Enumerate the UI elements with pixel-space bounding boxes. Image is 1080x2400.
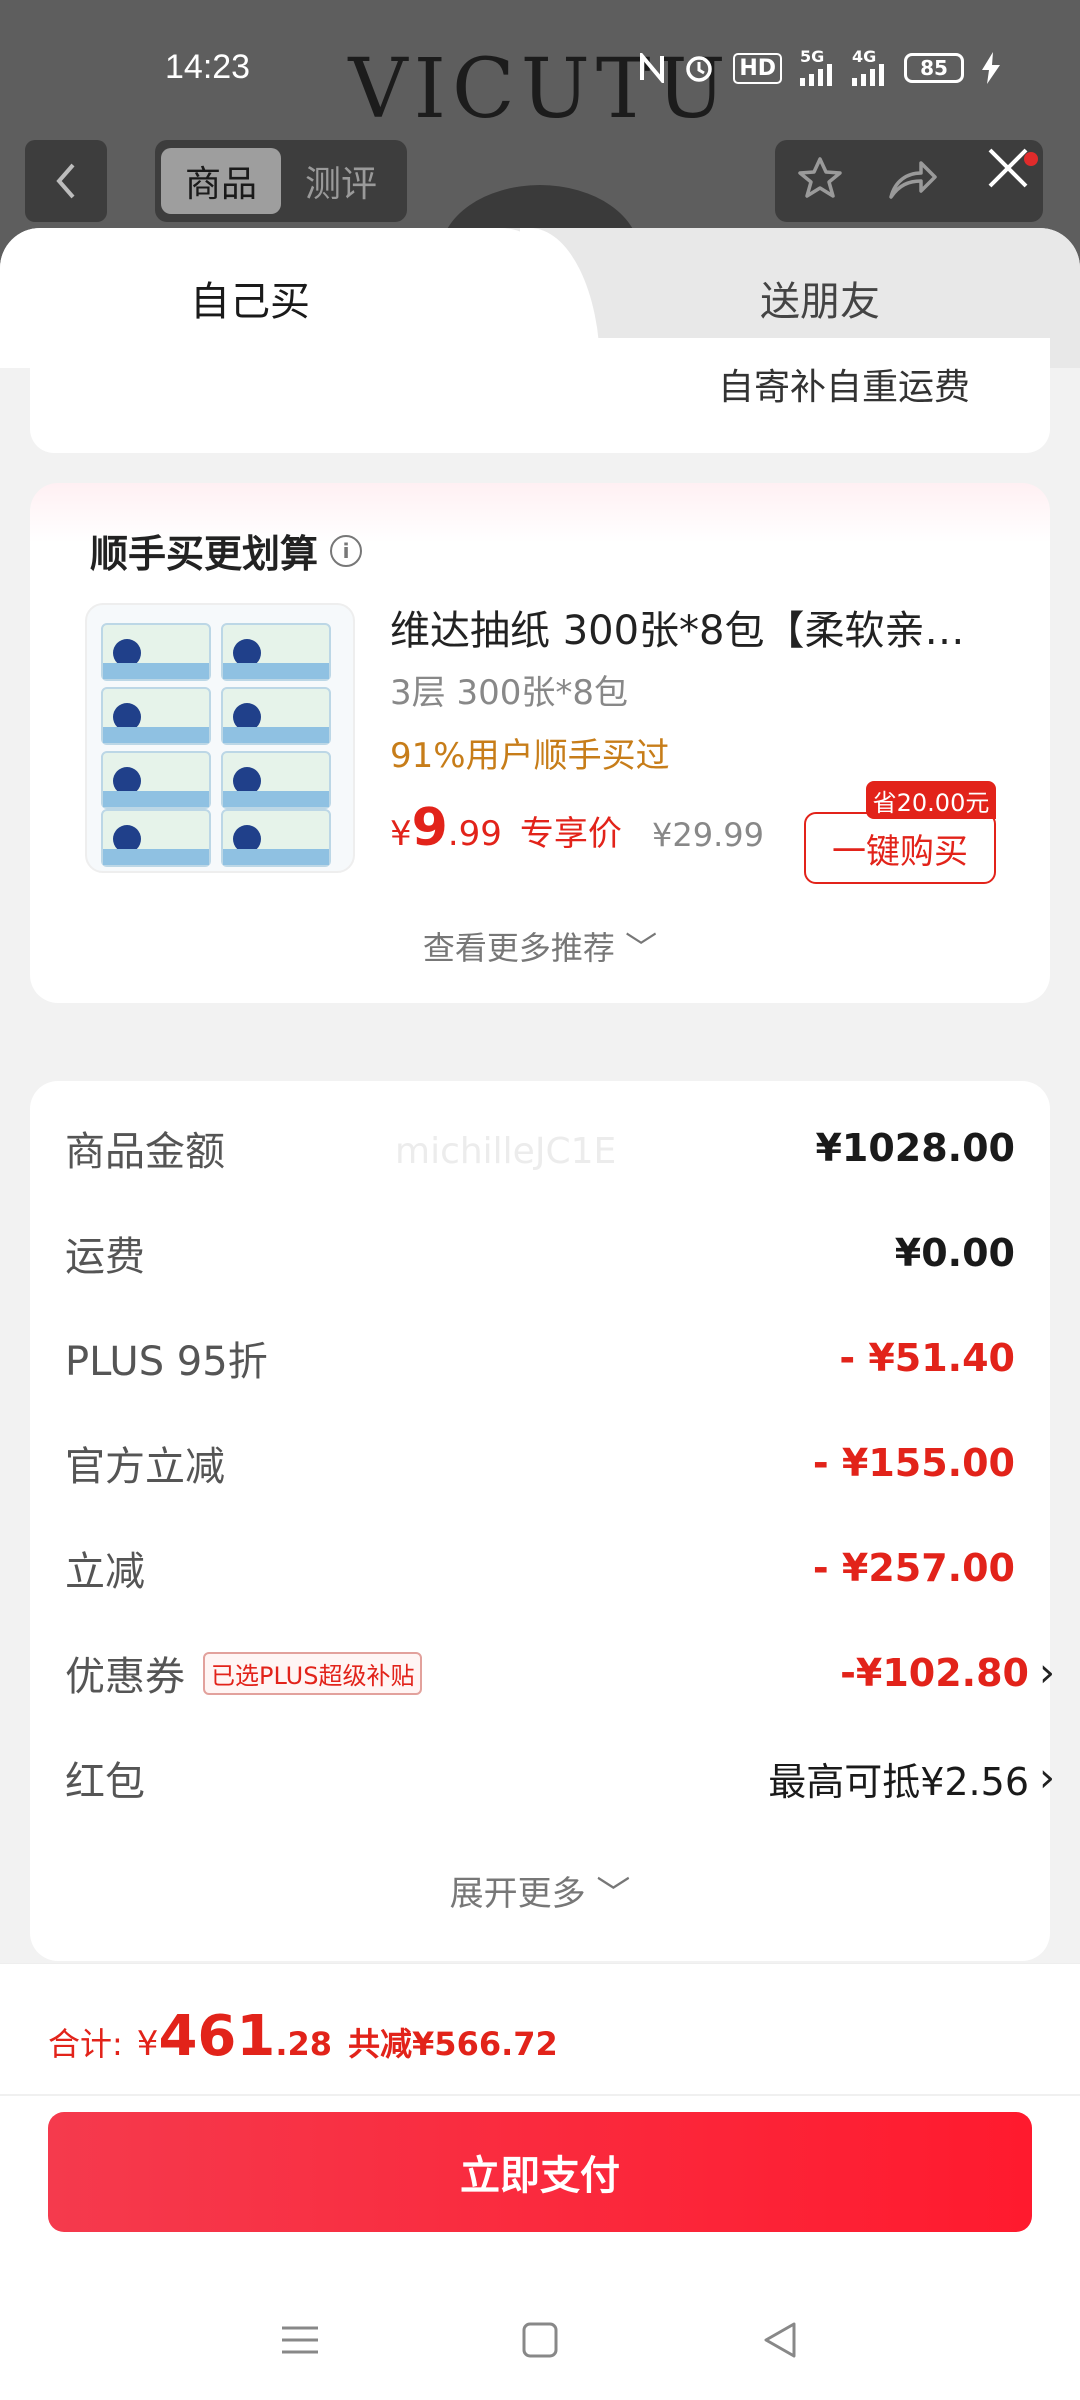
one-click-buy-button[interactable]: 一键购买: [804, 812, 996, 884]
original-price: ¥29.99: [652, 816, 764, 854]
total-symbol: ¥: [136, 2024, 159, 2064]
summary-row-shipping: 运费 ¥0.00: [65, 1218, 1015, 1288]
tab-review[interactable]: 测评: [281, 148, 401, 214]
tissue-pack-image: [101, 809, 211, 867]
pay-now-button[interactable]: 立即支付: [48, 2112, 1032, 2232]
divider: [0, 2094, 1080, 2096]
chevron-right-icon: ›: [1039, 1755, 1055, 1801]
battery-icon: 85: [904, 53, 964, 83]
close-icon[interactable]: [980, 140, 1036, 196]
product-thumbnail[interactable]: [85, 603, 355, 873]
summary-row-red-packet[interactable]: 红包 最高可抵¥2.56 ›: [65, 1743, 1055, 1813]
total-savings: 共减¥566.72: [348, 2025, 558, 2063]
charging-icon: [982, 52, 1000, 84]
shipping-card: 自寄补自重运费: [30, 338, 1050, 453]
home-icon[interactable]: [505, 2305, 575, 2375]
status-icons: HD 5G 4G 85: [639, 47, 1000, 86]
summary-row-official-discount: 官方立减 - ¥155.00: [65, 1428, 1015, 1498]
red-packet-value: 最高可抵¥2.56: [768, 1759, 1029, 1804]
row-label: 商品金额: [65, 1129, 225, 1175]
total-amount: 合计: ¥ 461 .28 共减¥566.72: [48, 2004, 558, 2069]
tissue-pack-image: [101, 623, 211, 681]
chevron-left-icon: [56, 163, 75, 199]
tissue-pack-image: [101, 687, 211, 745]
row-value: - ¥257.00: [812, 1546, 1015, 1590]
total-decimal: .28: [275, 2025, 333, 2063]
signal-5g-icon: 5G: [800, 47, 834, 86]
total-label: 合计:: [48, 2025, 123, 2063]
tissue-pack-image: [221, 751, 331, 809]
product-name[interactable]: 维达抽纸 300张*8包【柔软亲…: [390, 598, 990, 656]
tissue-pack-image: [101, 751, 211, 809]
signal-4g-icon: 4G: [852, 47, 886, 86]
notification-dot: [1024, 152, 1038, 166]
row-value: - ¥51.40: [839, 1336, 1015, 1380]
row-value: - ¥155.00: [812, 1441, 1015, 1485]
favorite-star-icon[interactable]: [796, 155, 844, 207]
share-icon[interactable]: [887, 157, 939, 205]
price-integer: 9: [411, 798, 448, 858]
row-label: PLUS 95折: [65, 1339, 268, 1385]
row-value: ¥1028.00: [815, 1126, 1015, 1170]
shipping-note: 自寄补自重运费: [717, 367, 970, 408]
recommend-title-text: 顺手买更划算: [90, 532, 319, 576]
row-label: 优惠券 已选PLUS超级补贴: [65, 1644, 423, 1702]
product-spec: 3层 300张*8包: [390, 673, 628, 713]
chevron-right-icon: ›: [1039, 1650, 1055, 1696]
summary-row-coupon[interactable]: 优惠券 已选PLUS超级补贴 -¥102.80 ›: [65, 1638, 1055, 1708]
status-time: 14:23: [165, 48, 251, 86]
coupon-tag: 已选PLUS超级补贴: [203, 1651, 423, 1695]
menu-icon[interactable]: [265, 2305, 335, 2375]
recommend-card: 顺手买更划算 i 维达抽纸 300张*8包【柔软亲… 3层 300张*8包 91…: [30, 483, 1050, 1003]
summary-row-plus-discount: PLUS 95折 - ¥51.40: [65, 1323, 1015, 1393]
nfc-icon: [639, 53, 665, 83]
more-recommendations-link[interactable]: 查看更多推荐 ﹀: [30, 923, 1050, 969]
tissue-pack-image: [221, 687, 331, 745]
system-nav-bar: [0, 2280, 1080, 2400]
summary-row-subtotal: 商品金额 ¥1028.00: [65, 1113, 1015, 1183]
total-integer: 461: [158, 2004, 276, 2069]
coupon-label: 优惠券: [65, 1654, 185, 1700]
summary-row-instant-discount: 立减 - ¥257.00: [65, 1533, 1015, 1603]
row-label: 立减: [65, 1549, 145, 1595]
price-summary-card: michilleJC1E 商品金额 ¥1028.00 运费 ¥0.00 PLUS…: [30, 1081, 1055, 1961]
row-value: 最高可抵¥2.56 ›: [768, 1751, 1055, 1806]
product-bought-rate: 91%用户顺手买过: [390, 736, 670, 776]
info-icon[interactable]: i: [330, 534, 363, 567]
coupon-value: -¥102.80: [840, 1651, 1029, 1695]
tab-product[interactable]: 商品: [161, 148, 281, 214]
tissue-pack-image: [221, 623, 331, 681]
expand-more-link[interactable]: 展开更多 ﹀: [30, 1866, 1050, 1915]
back-triangle-icon[interactable]: [745, 2305, 815, 2375]
price-decimal: .99: [447, 814, 502, 854]
row-value: -¥102.80 ›: [840, 1650, 1055, 1696]
price-tag: 专享价: [519, 814, 622, 854]
product-price: ¥ 9 .99 专享价: [390, 798, 622, 858]
price-symbol: ¥: [390, 814, 412, 854]
net-label-5g: 5G: [800, 47, 825, 66]
row-label: 官方立减: [65, 1444, 225, 1490]
tissue-pack-image: [221, 809, 331, 867]
recommend-title: 顺手买更划算 i: [90, 523, 363, 578]
hd-icon: HD: [733, 52, 782, 84]
net-label-4g: 4G: [852, 47, 877, 66]
alarm-icon: [683, 52, 715, 84]
row-value: ¥0.00: [894, 1231, 1015, 1275]
back-button[interactable]: [25, 140, 107, 222]
product-review-toggle: 商品 测评: [155, 140, 407, 222]
save-badge: 省20.00元: [866, 781, 996, 819]
row-label: 红包: [65, 1759, 145, 1805]
row-label: 运费: [65, 1234, 145, 1280]
